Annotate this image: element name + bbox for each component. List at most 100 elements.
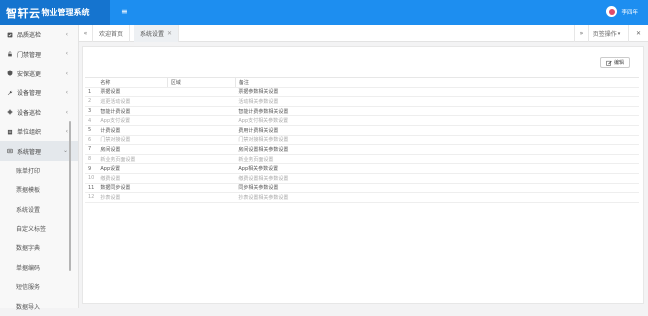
row-name: 智能计费设置 bbox=[97, 106, 168, 117]
table-row[interactable]: 6 门禁对接设置 门禁对接相关参数设置 bbox=[85, 135, 639, 146]
table-header-index bbox=[85, 77, 98, 88]
row-area bbox=[167, 115, 236, 126]
row-name: 门禁对接设置 bbox=[97, 135, 168, 146]
sidebar-subitem-custom-tags[interactable]: 自定义标签 bbox=[0, 219, 78, 238]
sidebar-subitem-system-settings[interactable]: 系统设置 bbox=[0, 200, 78, 219]
row-index: 5 bbox=[85, 125, 98, 136]
settings-table: 名称 区域 备注 1 票据设置 票据参数相关设置 2 巡更活动设置 活动相关参数设置 3 智能… bbox=[85, 77, 639, 203]
chevron-left-icon: ‹ bbox=[65, 108, 68, 116]
row-index: 8 bbox=[85, 154, 98, 165]
app-title-small: 物业管理系统 bbox=[41, 8, 90, 17]
row-remark: 抄表设置相关参数设置 bbox=[235, 192, 639, 203]
table-row[interactable]: 3 智能计费设置 智能计费参数相关设置 bbox=[85, 106, 639, 117]
sidebar-item-equipment-inspection[interactable]: 设备巡检 ‹ bbox=[0, 103, 78, 122]
tab-scroll-left-icon[interactable]: « bbox=[79, 25, 93, 42]
table-header-remark[interactable]: 备注 bbox=[235, 77, 639, 88]
top-bar: 智轩云 物业管理系统 ≡ 李四年 bbox=[0, 0, 648, 25]
edit-button-label: 编辑 bbox=[613, 60, 624, 66]
row-remark: 智能计费参数相关设置 bbox=[235, 106, 639, 117]
user-menu[interactable]: 李四年 bbox=[606, 6, 638, 17]
row-remark: 票据参数相关设置 bbox=[235, 87, 639, 98]
close-icon[interactable]: ✕ bbox=[167, 30, 172, 37]
table-row[interactable]: 12 抄表设置 抄表设置相关参数设置 bbox=[85, 192, 639, 203]
row-index: 4 bbox=[85, 115, 98, 126]
tab-welcome[interactable]: 欢迎首页 bbox=[93, 25, 131, 42]
sidebar-item-label: 安保巡更 bbox=[17, 70, 42, 78]
tab-label: 系统设置 bbox=[140, 31, 165, 38]
row-area bbox=[167, 87, 236, 98]
sidebar-item-quality-inspection[interactable]: 品质巡检 ‹ bbox=[0, 25, 78, 44]
sidebar-item-label: 单位组织 bbox=[17, 129, 42, 137]
shield-icon bbox=[7, 70, 13, 77]
row-name: 新业务页面设置 bbox=[97, 154, 168, 165]
row-name: 缴费设置 bbox=[97, 173, 168, 184]
chevron-left-icon: ‹ bbox=[65, 127, 68, 135]
sidebar-subitem-data-dictionary[interactable]: 数据字典 bbox=[0, 238, 78, 257]
menu-toggle-icon[interactable]: ≡ bbox=[121, 7, 128, 16]
sidebar-subitem-receipt-template[interactable]: 票据模板 bbox=[0, 180, 78, 199]
app-title-big: 智轩云 bbox=[6, 6, 41, 20]
table-row[interactable]: 8 新业务页面设置 新业务页面设置 bbox=[85, 154, 639, 165]
row-area bbox=[167, 154, 236, 165]
row-index: 6 bbox=[85, 135, 98, 146]
sidebar-item-access-control[interactable]: 门禁管理 ‹ bbox=[0, 44, 78, 63]
table-row[interactable]: 10 缴费设置 缴费设置相关参数设置 bbox=[85, 173, 639, 184]
tab-bar: « 欢迎首页 系统设置 ✕ » 页签操作 ▾ ✕ bbox=[79, 25, 648, 42]
row-remark: App支付相关参数设置 bbox=[235, 115, 639, 126]
tab-system-settings[interactable]: 系统设置 ✕ bbox=[134, 25, 180, 42]
tab-scroll-right-icon[interactable]: » bbox=[574, 25, 588, 42]
app-logo: 智轩云 物业管理系统 bbox=[0, 0, 110, 25]
row-name: 抄表设置 bbox=[97, 192, 168, 203]
row-name: 计费设置 bbox=[97, 125, 168, 136]
sidebar-item-label: 设备管理 bbox=[17, 90, 42, 98]
row-remark: App相关参数设置 bbox=[235, 163, 639, 174]
table-row[interactable]: 4 App支付设置 App支付相关参数设置 bbox=[85, 115, 639, 126]
table-row[interactable]: 5 计费设置 费用计费相关设置 bbox=[85, 125, 639, 136]
table-header-area[interactable]: 区域 bbox=[167, 77, 236, 88]
sidebar-item-security-patrol[interactable]: 安保巡更 ‹ bbox=[0, 64, 78, 83]
table-row[interactable]: 2 巡更活动设置 活动相关参数设置 bbox=[85, 96, 639, 107]
chevron-left-icon: ‹ bbox=[65, 31, 68, 38]
sidebar-subitem-document-code[interactable]: 单据编码 bbox=[0, 258, 78, 277]
row-remark: 缴费设置相关参数设置 bbox=[235, 173, 639, 184]
row-name: 票据设置 bbox=[97, 87, 168, 98]
sidebar-item-equipment-management[interactable]: 设备管理 ‹ bbox=[0, 83, 78, 102]
check-square-icon bbox=[7, 32, 13, 38]
sidebar-subitem-bill-printing[interactable]: 账单打印 bbox=[0, 161, 78, 180]
row-index: 3 bbox=[85, 106, 98, 117]
table-row[interactable]: 1 票据设置 票据参数相关设置 bbox=[85, 87, 639, 98]
row-area bbox=[167, 192, 236, 203]
tab-operations-dropdown[interactable]: 页签操作 ▾ bbox=[588, 25, 624, 42]
table-row[interactable]: 11 数据同步设置 同步相关参数设置 bbox=[85, 183, 639, 194]
username: 李四年 bbox=[621, 9, 638, 16]
edit-button[interactable]: 编辑 bbox=[600, 57, 630, 68]
sidebar-subitem-data-import[interactable]: 数据导入 bbox=[0, 296, 78, 315]
row-name: App设置 bbox=[97, 163, 168, 174]
row-index: 9 bbox=[85, 163, 98, 174]
table-header-row: 名称 区域 备注 bbox=[85, 77, 639, 88]
fullscreen-icon[interactable]: ✕ bbox=[628, 25, 648, 42]
avatar bbox=[606, 6, 618, 17]
caret-down-icon: ▾ bbox=[617, 30, 621, 37]
row-area bbox=[167, 96, 236, 107]
sidebar-subitem-sms-service[interactable]: 短信服务 bbox=[0, 277, 78, 296]
row-name: App支付设置 bbox=[97, 115, 168, 126]
row-area bbox=[167, 125, 236, 136]
sidebar-scrollbar[interactable] bbox=[69, 121, 71, 271]
chevron-left-icon: ‹ bbox=[65, 50, 68, 58]
wrench-icon bbox=[7, 90, 13, 96]
table-header-name[interactable]: 名称 bbox=[97, 77, 168, 88]
row-name: 巡更活动设置 bbox=[97, 96, 168, 107]
table-row[interactable]: 9 App设置 App相关参数设置 bbox=[85, 163, 639, 174]
sidebar-item-label: 门禁管理 bbox=[17, 51, 42, 59]
table-row[interactable]: 7 房间设置 房间设置相关参数设置 bbox=[85, 144, 639, 155]
list-icon bbox=[7, 148, 13, 154]
row-remark: 房间设置相关参数设置 bbox=[235, 144, 639, 155]
tab-operations-label: 页签操作 bbox=[592, 31, 617, 38]
lock-icon bbox=[8, 51, 12, 57]
tab-label: 欢迎首页 bbox=[99, 31, 124, 38]
row-remark: 同步相关参数设置 bbox=[235, 183, 639, 194]
row-remark: 新业务页面设置 bbox=[235, 154, 639, 165]
sidebar-item-system-management[interactable]: 系统管理 ⌄ bbox=[0, 141, 78, 161]
sidebar-item-organization[interactable]: 单位组织 ‹ bbox=[0, 122, 78, 141]
